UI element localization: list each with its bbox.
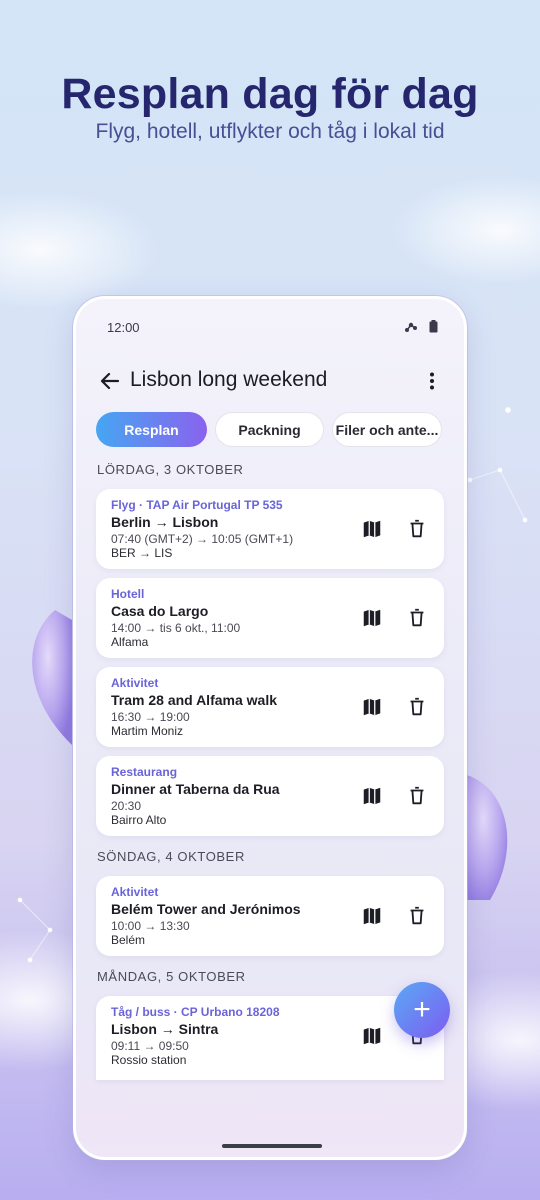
card-category: Aktivitet xyxy=(111,676,159,690)
card-category: Flyg · TAP Air Portugal TP 535 xyxy=(111,498,283,512)
day-header: MÅNDAG, 5 OKTOBER xyxy=(97,969,246,984)
home-indicator xyxy=(222,1144,322,1148)
card-time: 16:30 → 19:00 xyxy=(111,710,190,724)
day-header: LÖRDAG, 3 OKTOBER xyxy=(97,462,244,477)
map-icon[interactable] xyxy=(361,607,383,629)
trash-icon[interactable] xyxy=(406,518,428,540)
card-place: Belém xyxy=(111,933,146,947)
trash-icon[interactable] xyxy=(406,696,428,718)
battery-icon xyxy=(429,319,438,332)
itinerary-card[interactable]: Aktivitet Tram 28 and Alfama walk 16:30 … xyxy=(96,667,444,747)
card-title: Casa do Largo xyxy=(111,603,209,619)
card-category: Hotell xyxy=(111,587,145,601)
map-icon[interactable] xyxy=(361,1025,383,1047)
tab-bar: Resplan Packning Filer och ante... xyxy=(96,412,442,447)
map-icon[interactable] xyxy=(361,696,383,718)
card-place: Bairro Alto xyxy=(111,813,167,827)
card-category: Tåg / buss · CP Urbano 18208 xyxy=(111,1005,280,1019)
add-item-button[interactable]: + xyxy=(394,982,450,1038)
plus-icon: + xyxy=(413,993,431,1026)
tab-files[interactable]: Filer och ante... xyxy=(332,412,442,447)
card-title: Dinner at Taberna da Rua xyxy=(111,781,280,797)
itinerary-card[interactable]: Tåg / buss · CP Urbano 18208 Lisbon → Si… xyxy=(96,996,444,1080)
card-time: 09:11 → 09:50 xyxy=(111,1039,189,1053)
trash-icon[interactable] xyxy=(406,905,428,927)
itinerary-card[interactable]: Flyg · TAP Air Portugal TP 535 Berlin → … xyxy=(96,489,444,569)
card-time: 07:40 (GMT+2) → 10:05 (GMT+1) xyxy=(111,532,294,546)
card-place: BER → LIS xyxy=(111,546,173,560)
app-screen: 12:00 Lisbon long weekend Resplan Packni… xyxy=(76,299,464,1157)
hero-title: Resplan dag för dag xyxy=(61,70,479,118)
trash-icon[interactable] xyxy=(406,785,428,807)
tab-packing[interactable]: Packning xyxy=(215,412,324,447)
status-time: 12:00 xyxy=(107,320,140,335)
signal-icon xyxy=(405,322,417,332)
card-place: Martim Moniz xyxy=(111,724,184,738)
day-header: SÖNDAG, 4 OKTOBER xyxy=(97,849,245,864)
arrow-left-icon[interactable] xyxy=(98,369,122,393)
map-icon[interactable] xyxy=(361,518,383,540)
card-place: Rossio station xyxy=(111,1053,187,1067)
card-title: Lisbon → Sintra xyxy=(111,1021,219,1037)
card-category: Aktivitet xyxy=(111,885,159,899)
itinerary-card[interactable]: Hotell Casa do Largo 14:00 → tis 6 okt.,… xyxy=(96,578,444,658)
card-time: 14:00 → tis 6 okt., 11:00 xyxy=(111,621,241,635)
phone-frame: 12:00 Lisbon long weekend Resplan Packni… xyxy=(73,296,467,1160)
card-time: 10:00 → 13:30 xyxy=(111,919,190,933)
itinerary-card[interactable]: Restaurang Dinner at Taberna da Rua 20:3… xyxy=(96,756,444,836)
card-time: 20:30 xyxy=(111,799,142,813)
hero-subtitle: Flyg, hotell, utflykter och tåg i lokal … xyxy=(95,120,445,143)
more-vertical-icon[interactable] xyxy=(420,369,444,393)
page-title: Lisbon long weekend xyxy=(130,368,328,391)
card-place: Alfama xyxy=(111,635,149,649)
trash-icon[interactable] xyxy=(406,607,428,629)
card-title: Tram 28 and Alfama walk xyxy=(111,692,277,708)
tab-itinerary[interactable]: Resplan xyxy=(96,412,207,447)
map-icon[interactable] xyxy=(361,785,383,807)
status-icons xyxy=(404,319,438,333)
itinerary-card[interactable]: Aktivitet Belém Tower and Jerónimos 10:0… xyxy=(96,876,444,956)
map-icon[interactable] xyxy=(361,905,383,927)
card-title: Berlin → Lisbon xyxy=(111,514,219,530)
card-category: Restaurang xyxy=(111,765,178,779)
card-title: Belém Tower and Jerónimos xyxy=(111,901,301,917)
